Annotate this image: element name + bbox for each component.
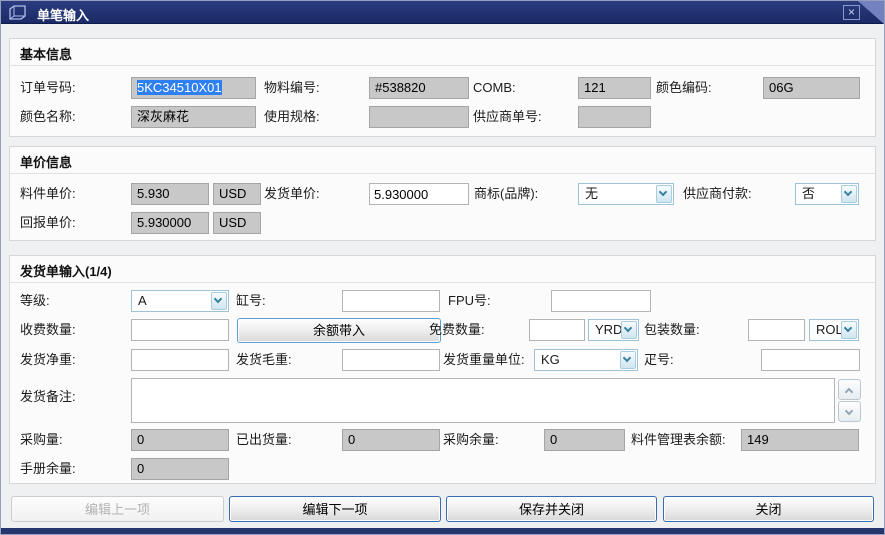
shipping-price-input[interactable] [369,183,469,205]
fpu-no-input[interactable] [551,290,651,312]
report-price-unit: USD [213,212,261,234]
weight-unit-dropdown[interactable]: KG [534,349,638,371]
color-code-label: 颜色编码: [656,77,712,99]
supplier-order-no-label: 供应商单号: [473,106,542,128]
material-mgmt-balance-label: 料件管理表余额: [631,429,726,451]
scroll-up-icon[interactable] [838,379,861,400]
remark-label: 发货备注: [20,386,76,408]
order-no-field[interactable]: 5KC34510X01 [131,77,256,99]
chevron-down-icon[interactable] [211,292,227,310]
chevron-down-icon[interactable] [841,321,857,339]
weight-unit-value: KG [541,350,560,370]
usage-spec-field [369,106,469,128]
edit-next-button[interactable]: 编辑下一项 [229,496,441,522]
window-title: 单笔输入 [37,5,89,24]
grade-label: 等级: [20,290,50,312]
pi-no-label: 疋号: [644,349,674,371]
section-price-info: 单价信息 料件单价: 5.930 USD 发货单价: 商标(品牌): 无 供应商… [9,146,876,241]
charged-qty-label: 收费数量: [20,319,76,341]
free-qty-unit-value: YRD [595,320,622,340]
remark-textarea[interactable] [131,378,835,423]
scroll-down-icon[interactable] [838,401,861,422]
vat-no-label: 缸号: [236,290,266,312]
purchase-balance-field: 0 [544,429,625,451]
report-price-field: 5.930000 [131,212,209,234]
close-button[interactable]: 关闭 [663,496,874,522]
brand-label: 商标(品牌): [474,183,538,205]
vat-no-input[interactable] [342,290,440,312]
supplier-payment-dropdown[interactable]: 否 [795,183,859,205]
usage-spec-label: 使用规格: [264,106,320,128]
purchase-qty-field: 0 [131,429,229,451]
material-no-field: #538820 [369,77,469,99]
shipping-price-label: 发货单价: [264,183,320,205]
section-title: 发货单输入(1/4) [20,261,112,280]
weight-unit-label: 发货重量单位: [443,349,525,371]
chevron-down-icon[interactable] [841,185,857,203]
manual-balance-field: 0 [131,458,229,480]
section-title: 基本信息 [20,44,72,63]
form-icon [9,5,26,20]
free-qty-label: 免费数量: [429,319,485,341]
brand-dropdown[interactable]: 无 [578,183,674,205]
net-weight-label: 发货净重: [20,349,76,371]
purchase-balance-label: 采购余量: [443,429,499,451]
shipped-qty-label: 已出货量: [236,429,292,451]
report-price-label: 回报单价: [20,212,76,234]
section-separator [10,173,875,174]
close-icon[interactable]: × [843,5,860,20]
material-price-field: 5.930 [131,183,209,205]
free-qty-input[interactable] [529,319,585,341]
fpu-no-label: FPU号: [448,290,491,312]
package-qty-unit-dropdown[interactable]: ROL [809,319,859,341]
titlebar: 单笔输入 × [1,1,884,24]
order-no-label: 订单号码: [20,77,76,99]
section-title: 单价信息 [20,152,72,171]
package-qty-unit-value: ROL [816,320,843,340]
gross-weight-input[interactable] [342,349,440,371]
brand-value: 无 [585,184,598,204]
material-price-unit: USD [213,183,261,205]
comb-field: 121 [578,77,651,99]
purchase-qty-label: 采购量: [20,429,63,451]
edit-previous-button: 编辑上一项 [11,496,224,522]
window-bottom-edge [1,528,884,534]
section-separator [10,282,875,283]
chevron-down-icon[interactable] [620,351,636,369]
chevron-down-icon[interactable] [656,185,672,203]
gross-weight-label: 发货毛重: [236,349,292,371]
section-separator [10,65,875,66]
supplier-payment-value: 否 [802,184,815,204]
supplier-payment-label: 供应商付款: [683,183,752,205]
save-and-close-button[interactable]: 保存并关闭 [446,496,657,522]
selected-text: 5KC34510X01 [137,80,222,95]
section-basic-info: 基本信息 订单号码: 5KC34510X01 物料编号: #538820 COM… [9,38,876,137]
material-no-label: 物料编号: [264,77,320,99]
material-price-label: 料件单价: [20,183,76,205]
shipped-qty-field: 0 [342,429,440,451]
comb-label: COMB: [473,77,516,99]
color-name-label: 颜色名称: [20,106,76,128]
pi-no-input[interactable] [761,349,860,371]
supplier-order-no-field [578,106,651,128]
manual-balance-label: 手册余量: [20,458,76,480]
free-qty-unit-dropdown[interactable]: YRD [588,319,639,341]
section-shipping-input: 发货单输入(1/4) 等级: A 缸号: FPU号: 收费数量: 余额带入 免费… [9,255,876,484]
material-mgmt-balance-field: 149 [741,429,859,451]
chevron-down-icon[interactable] [621,321,637,339]
grade-dropdown[interactable]: A [131,290,229,312]
package-qty-label: 包装数量: [644,319,700,341]
grade-value: A [138,291,147,311]
titlebar-corner-decoration [858,1,884,24]
dialog-window: 单笔输入 × 基本信息 订单号码: 5KC34510X01 物料编号: #538… [0,0,885,535]
charged-qty-input[interactable] [131,319,229,341]
balance-fill-button[interactable]: 余额带入 [237,318,441,343]
color-name-field: 深灰麻花 [131,106,256,128]
net-weight-input[interactable] [131,349,229,371]
color-code-field: 06G [763,77,860,99]
package-qty-input[interactable] [748,319,805,341]
